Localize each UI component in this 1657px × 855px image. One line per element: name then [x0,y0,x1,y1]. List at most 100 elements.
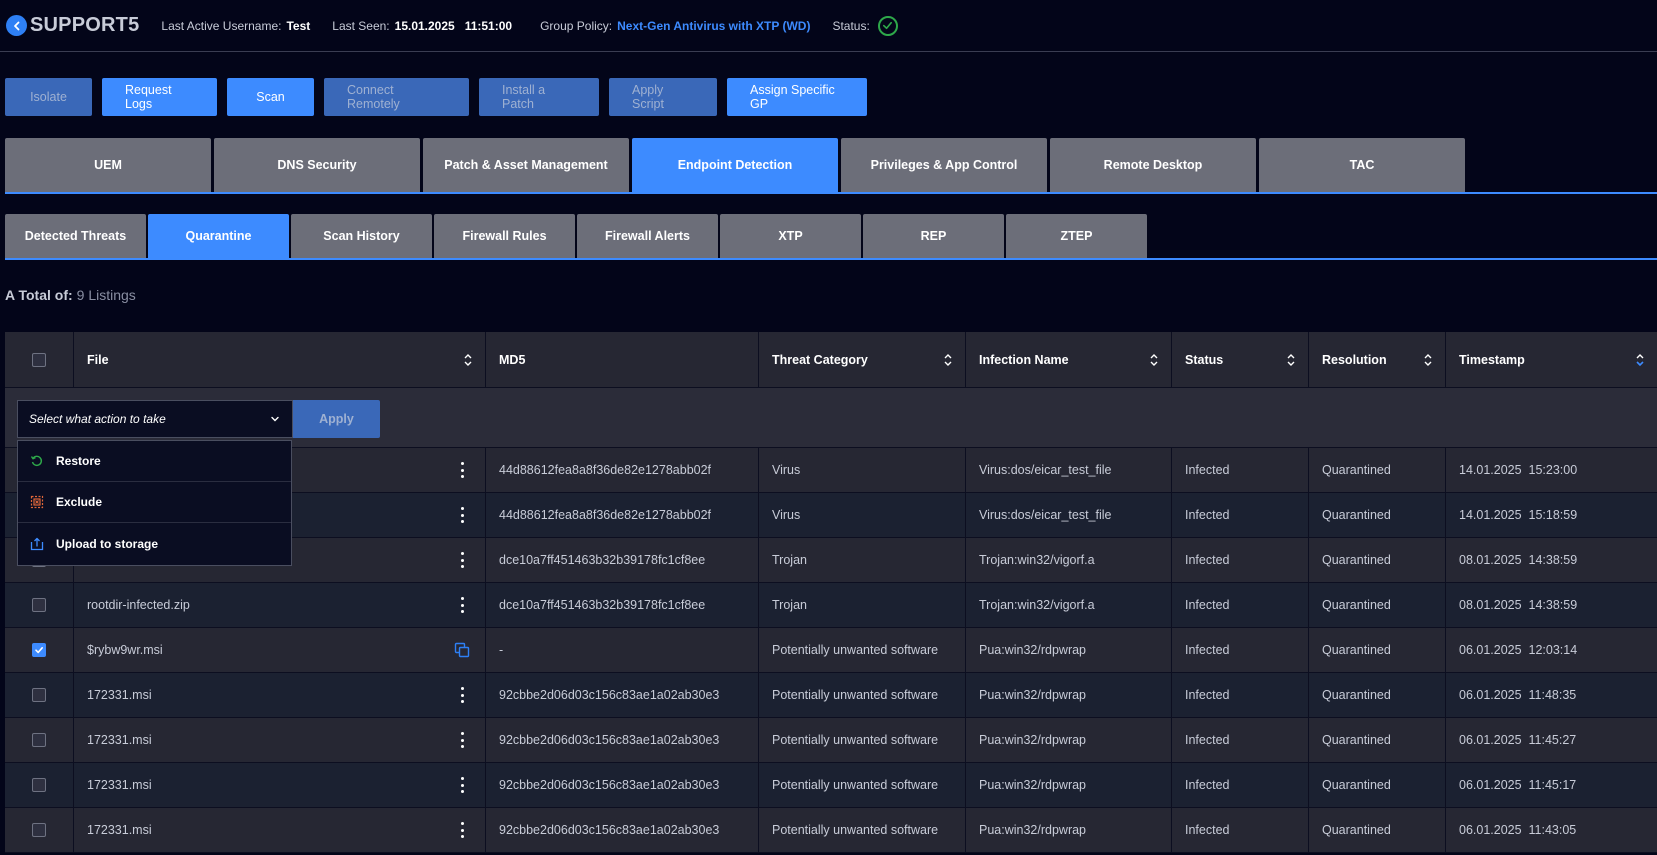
file-name: 172331.msi [87,823,152,837]
sort-desc-icon[interactable] [1635,352,1645,368]
column-header-threat-category[interactable]: Threat Category [759,332,966,387]
subtab-detected-threats[interactable]: Detected Threats [5,214,146,258]
row-menu-icon[interactable] [460,732,464,748]
table-row[interactable]: 172331.msi 92cbbe2d06d03c156c83ae1a02ab3… [5,808,1657,853]
infection-name-cell: Pua:win32/rdpwrap [966,808,1172,852]
restore-option[interactable]: Restore [18,441,291,482]
row-menu-icon[interactable] [460,507,464,523]
subtab-rep[interactable]: REP [863,214,1004,258]
last-seen-value: 15.01.2025 11:51:00 [394,18,513,33]
row-menu-icon[interactable] [460,687,464,703]
table-row[interactable]: 172331.msi 92cbbe2d06d03c156c83ae1a02ab3… [5,763,1657,808]
status-cell: Infected [1172,763,1309,807]
request-logs-button[interactable]: Request Logs [102,78,217,116]
total-count: 9 Listings [76,287,136,303]
row-menu-icon[interactable] [460,462,464,478]
timestamp-cell: 06.01.2025 11:45:17 [1459,778,1577,792]
sort-icon[interactable] [463,352,473,368]
column-header-status[interactable]: Status [1172,332,1309,387]
assign-gp-button[interactable]: Assign Specific GP [727,78,867,116]
sort-icon[interactable] [1423,352,1433,368]
action-toolbar: Isolate Request Logs Scan Connect Remote… [5,78,867,116]
row-checkbox[interactable] [32,643,46,657]
exclude-option[interactable]: Exclude [18,482,291,523]
tab-patch-asset-management[interactable]: Patch & Asset Management [423,138,629,192]
device-hostname: SUPPORT5 [30,14,140,36]
action-select[interactable]: Select what action to take [17,400,293,438]
resolution-cell: Quarantined [1309,583,1446,627]
subtab-xtp[interactable]: XTP [720,214,861,258]
timestamp-cell: 06.01.2025 11:48:35 [1459,688,1577,702]
infection-name-cell: Pua:win32/rdpwrap [966,628,1172,672]
table-row[interactable]: $rybw9wr.msi - Potentially unwanted soft… [5,628,1657,673]
tab-uem[interactable]: UEM [5,138,211,192]
chevron-left-icon [13,21,19,30]
threat-category-cell: Virus [759,448,966,492]
row-checkbox[interactable] [32,688,46,702]
install-patch-button[interactable]: Install a Patch [479,78,599,116]
subtab-quarantine[interactable]: Quarantine [148,214,289,258]
file-name: 172331.msi [87,778,152,792]
timestamp-cell: 08.01.2025 14:38:59 [1459,553,1578,567]
md5-cell: 44d88612fea8a8f36de82e1278abb02f [486,448,759,492]
status-cell: Infected [1172,538,1309,582]
last-active-label: Last Active Username: [161,18,282,33]
column-header-timestamp[interactable]: Timestamp [1446,332,1657,387]
tab-remote-desktop[interactable]: Remote Desktop [1050,138,1256,192]
isolate-button[interactable]: Isolate [5,78,92,116]
sort-icon[interactable] [1149,352,1159,368]
upload-storage-option[interactable]: Upload to storage [18,523,291,564]
column-header-infection-name[interactable]: Infection Name [966,332,1172,387]
subtab-firewall-alerts[interactable]: Firewall Alerts [577,214,718,258]
status-label: Status: [832,18,870,33]
apply-script-button[interactable]: Apply Script [609,78,717,116]
md5-cell: dce10a7ff451463b32b39178fc1cf8ee [486,583,759,627]
tab-privileges-app-control[interactable]: Privileges & App Control [841,138,1047,192]
exclude-icon [30,495,44,509]
row-menu-icon[interactable] [460,552,464,568]
action-dropdown-menu: Restore Exclude Upload to storage [17,440,292,566]
md5-cell: dce10a7ff451463b32b39178fc1cf8ee [486,538,759,582]
file-cell: $rybw9wr.msi [74,628,486,672]
restore-label: Restore [56,454,101,468]
back-button[interactable] [6,15,27,36]
table-row[interactable]: 172331.msi 92cbbe2d06d03c156c83ae1a02ab3… [5,673,1657,718]
row-select-cell [5,763,74,807]
threat-category-cell: Potentially unwanted software [759,628,966,672]
table-row[interactable]: rootdir-infected.zip dce10a7ff451463b32b… [5,583,1657,628]
row-checkbox[interactable] [32,778,46,792]
tab-dns-security[interactable]: DNS Security [214,138,420,192]
connect-remotely-button[interactable]: Connect Remotely [324,78,469,116]
column-header-file[interactable]: File [74,332,486,387]
row-checkbox[interactable] [32,823,46,837]
subtab-ztep[interactable]: ZTEP [1006,214,1147,258]
row-checkbox[interactable] [32,598,46,612]
tab-tac[interactable]: TAC [1259,138,1465,192]
sort-icon[interactable] [1286,352,1296,368]
md5-cell: 92cbbe2d06d03c156c83ae1a02ab30e3 [486,718,759,762]
infection-name-cell: Trojan:win32/vigorf.a [966,583,1172,627]
subtab-scan-history[interactable]: Scan History [291,214,432,258]
copy-icon[interactable] [454,642,470,658]
subtab-firewall-rules[interactable]: Firewall Rules [434,214,575,258]
row-menu-icon[interactable] [460,777,464,793]
column-label: Timestamp [1459,352,1525,367]
upload-storage-label: Upload to storage [56,536,159,551]
row-menu-icon[interactable] [460,597,464,613]
group-policy-link[interactable]: Next-Gen Antivirus with XTP (WD) [617,19,810,33]
row-checkbox[interactable] [32,733,46,747]
status-cell: Infected [1172,583,1309,627]
row-select-cell [5,673,74,717]
apply-button[interactable]: Apply [293,400,380,438]
select-all-checkbox[interactable] [32,352,46,367]
row-menu-icon[interactable] [460,822,464,838]
table-row[interactable]: 172331.msi 92cbbe2d06d03c156c83ae1a02ab3… [5,718,1657,763]
quarantine-table: File MD5 Threat Category Infection Name … [5,332,1657,853]
last-active-info: Last Active Username: Test [161,19,310,33]
column-header-resolution[interactable]: Resolution [1309,332,1446,387]
tab-endpoint-detection[interactable]: Endpoint Detection [632,138,838,192]
sort-icon[interactable] [943,352,953,368]
md5-cell: - [486,628,759,672]
action-select-placeholder: Select what action to take [29,412,166,426]
scan-button[interactable]: Scan [227,78,314,116]
